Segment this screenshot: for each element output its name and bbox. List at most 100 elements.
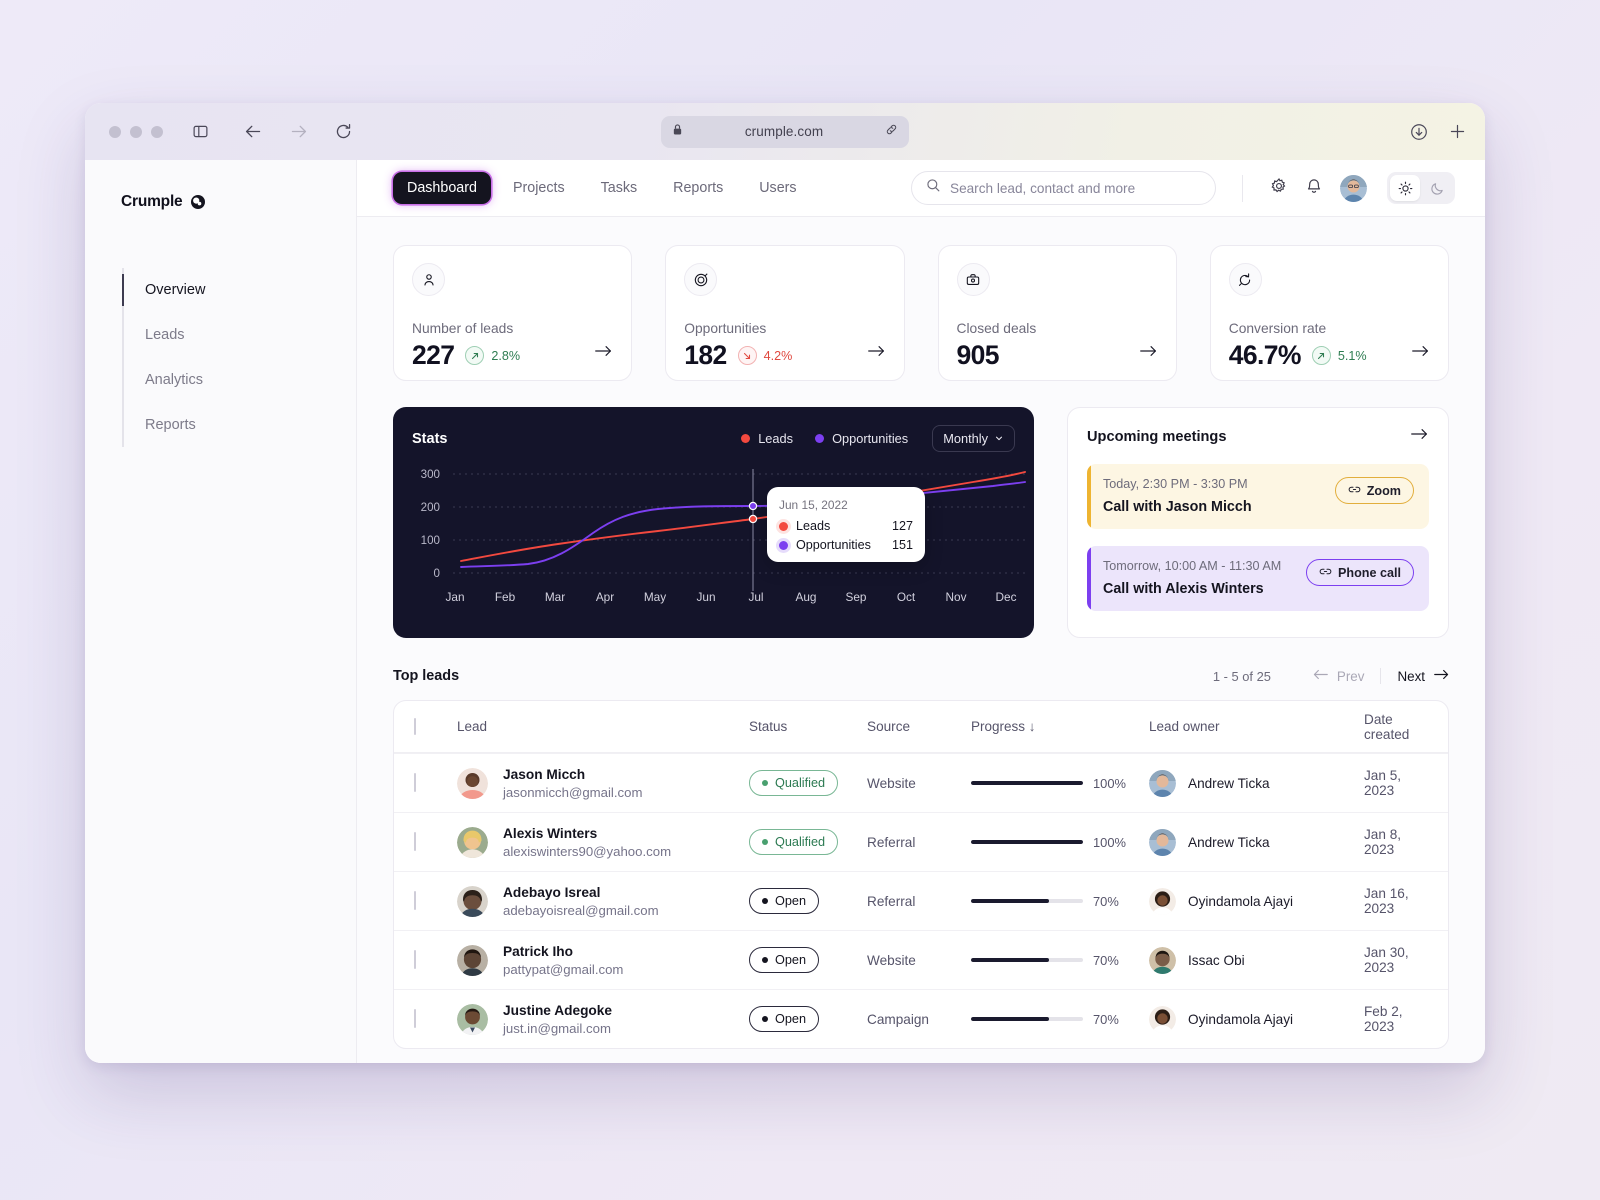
stats-title: Stats: [412, 430, 448, 447]
row-checkbox[interactable]: [414, 950, 416, 969]
legend-dot-icon: [815, 434, 825, 443]
kpi-value-row: 905: [957, 340, 1158, 371]
user-avatar[interactable]: [1340, 174, 1367, 202]
sidebar-item-overview[interactable]: Overview: [122, 268, 356, 312]
search-input[interactable]: [950, 180, 1201, 196]
column-status[interactable]: Status: [749, 719, 867, 734]
chart-tooltip: Jun 15, 2022 Leads 127 Opportunities 151: [767, 487, 925, 562]
owner-name: Oyindamola Ajayi: [1188, 1011, 1294, 1027]
table-header-row: Lead Status Source Progress ↓ Lead owner…: [394, 701, 1448, 753]
column-source[interactable]: Source: [867, 719, 971, 734]
meeting-title: Call with Alexis Winters: [1103, 581, 1264, 597]
sun-icon[interactable]: [1390, 175, 1420, 201]
link-icon[interactable]: [885, 123, 898, 141]
kpi-go-arrow-icon[interactable]: [1139, 343, 1158, 364]
lead-name: Alexis Winters: [503, 825, 598, 841]
row-select-cell: [414, 832, 457, 851]
column-progress[interactable]: Progress ↓: [971, 719, 1149, 734]
owner-cell: Oyindamola Ajayi: [1149, 887, 1364, 915]
table-row[interactable]: Patrick Iho pattypat@gmail.com Open Webs…: [394, 930, 1448, 989]
kpi-card-closed-deals[interactable]: Closed deals 905: [937, 245, 1177, 381]
tab-label: Dashboard: [407, 180, 477, 196]
kpi-delta: 5.1%: [1311, 346, 1367, 365]
forward-icon[interactable]: [289, 122, 308, 141]
table-row[interactable]: Jason Micch jasonmicch@gmail.com Qualifi…: [394, 753, 1448, 812]
row-checkbox[interactable]: [414, 832, 416, 851]
prev-page-button[interactable]: Prev: [1297, 668, 1382, 684]
crumple-logo-icon: [190, 194, 206, 210]
notification-bell-icon[interactable]: [1305, 177, 1323, 200]
table-row[interactable]: Justine Adegoke just.in@gmail.com Open C…: [394, 989, 1448, 1048]
period-dropdown[interactable]: Monthly: [932, 425, 1015, 452]
next-page-button[interactable]: Next: [1381, 668, 1449, 684]
close-window-button[interactable]: [109, 125, 121, 138]
tab-dashboard[interactable]: Dashboard: [393, 172, 491, 204]
kpi-go-arrow-icon[interactable]: [1411, 343, 1430, 364]
status-dot-icon: [762, 898, 768, 904]
lock-icon: [672, 123, 683, 141]
sidebar-item-leads[interactable]: Leads: [124, 313, 356, 357]
progress-cell: 100%: [971, 776, 1149, 791]
kpi-go-arrow-icon[interactable]: [594, 343, 613, 364]
search-box[interactable]: [911, 171, 1216, 205]
lead-name: Justine Adegoke: [503, 1002, 613, 1018]
kpi-card-conversion-rate[interactable]: Conversion rate 46.7% 5.1%: [1209, 245, 1449, 381]
back-icon[interactable]: [244, 122, 263, 141]
status-dot-icon: [762, 780, 768, 786]
column-lead-owner[interactable]: Lead owner: [1149, 719, 1364, 734]
meeting-action-phone-call-button[interactable]: Phone call: [1306, 559, 1414, 586]
row-checkbox[interactable]: [414, 891, 416, 910]
status-cell: Open: [749, 947, 867, 973]
gear-icon[interactable]: [1270, 177, 1288, 200]
sidebar-item-reports[interactable]: Reports: [124, 403, 356, 447]
tab-reports[interactable]: Reports: [659, 172, 737, 204]
select-all-checkbox[interactable]: [414, 718, 416, 735]
sidebar-nav: Overview Leads Analytics Reports: [122, 268, 356, 447]
x-tick-sep: Sep: [845, 590, 867, 604]
chart-svg: [453, 469, 1028, 591]
table-row[interactable]: Alexis Winters alexiswinters90@yahoo.com…: [394, 812, 1448, 871]
lead-cell: Patrick Iho pattypat@gmail.com: [457, 944, 749, 977]
meeting-action-zoom-button[interactable]: Zoom: [1334, 477, 1414, 504]
tab-users[interactable]: Users: [745, 172, 810, 204]
tooltip-label: Leads: [796, 519, 831, 533]
status-cell: Qualified: [749, 829, 867, 855]
new-tab-icon[interactable]: [1448, 122, 1467, 141]
meeting-item-jason[interactable]: Today, 2:30 PM - 3:30 PM Call with Jason…: [1087, 464, 1429, 529]
tab-projects[interactable]: Projects: [499, 172, 579, 204]
tooltip-value: 151: [891, 538, 913, 552]
owner-avatar: [1149, 887, 1176, 915]
status-label: Open: [775, 1012, 807, 1026]
meeting-item-alexis[interactable]: Tomorrow, 10:00 AM - 11:30 AM Call with …: [1087, 546, 1429, 611]
meetings-go-arrow-icon[interactable]: [1410, 426, 1429, 447]
window-controls[interactable]: [109, 125, 163, 138]
meeting-title: Call with Jason Micch: [1103, 499, 1252, 515]
table-row[interactable]: Adebayo Isreal adebayoisreal@gmail.com O…: [394, 871, 1448, 930]
lead-identity: Jason Micch jasonmicch@gmail.com: [503, 767, 642, 800]
row-checkbox[interactable]: [414, 1009, 416, 1028]
minimize-window-button[interactable]: [130, 125, 142, 138]
owner-cell: Andrew Ticka: [1149, 828, 1364, 856]
moon-icon[interactable]: [1422, 175, 1452, 201]
owner-name: Oyindamola Ajayi: [1188, 893, 1294, 909]
sidebar-toggle-icon[interactable]: [192, 123, 209, 140]
row-checkbox[interactable]: [414, 773, 416, 792]
lead-avatar: [457, 1003, 488, 1035]
row-select-cell: [414, 773, 457, 792]
date-cell: Feb 2, 2023: [1364, 1004, 1403, 1034]
kpi-go-arrow-icon[interactable]: [867, 343, 886, 364]
column-lead[interactable]: Lead: [457, 719, 749, 734]
brand[interactable]: Crumple: [85, 184, 356, 220]
kpi-card-opportunities[interactable]: Opportunities 182 4.2%: [665, 245, 905, 381]
tooltip-value: 127: [891, 519, 913, 533]
maximize-window-button[interactable]: [151, 125, 163, 138]
lead-identity: Justine Adegoke just.in@gmail.com: [503, 1003, 612, 1036]
kpi-card-leads[interactable]: Number of leads 227 2.8%: [393, 245, 633, 381]
download-icon[interactable]: [1409, 122, 1429, 142]
column-date-created[interactable]: Date created: [1364, 712, 1426, 742]
reload-icon[interactable]: [334, 122, 353, 141]
tab-tasks[interactable]: Tasks: [587, 172, 652, 204]
theme-toggle[interactable]: [1387, 172, 1455, 204]
sidebar-item-analytics[interactable]: Analytics: [124, 358, 356, 402]
address-bar[interactable]: crumple.com: [661, 115, 909, 148]
